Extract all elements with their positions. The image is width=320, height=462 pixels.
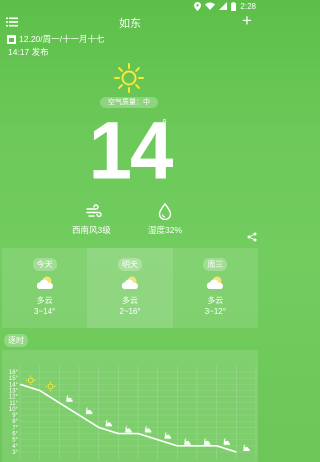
current-temperature: 14	[88, 103, 174, 197]
location-icon	[194, 1, 202, 11]
status-time: 2:28	[240, 1, 256, 11]
forecast-day-wednesday[interactable]: 周三 多云 3~12°	[172, 248, 258, 328]
y-tick-label: 9°	[12, 413, 18, 419]
y-tick-label: 10°	[9, 407, 19, 413]
signal-icon	[219, 2, 228, 10]
publish-date: 12.20/周一/十一月十七	[7, 33, 105, 45]
y-tick-label: 7°	[12, 425, 18, 431]
moon-cloud-icon	[144, 425, 152, 433]
moon-cloud-icon	[125, 425, 132, 433]
temp-range: 3~14°	[34, 307, 56, 316]
city-title: 如东	[119, 18, 141, 30]
battery-icon	[231, 1, 237, 11]
moon-cloud-icon	[184, 437, 191, 445]
sun-icon	[45, 381, 56, 392]
hourly-label: 逐时	[4, 334, 28, 347]
cloud-icon	[36, 276, 53, 289]
humidity-text: 湿度32%	[148, 225, 183, 235]
condition-text: 多云	[121, 296, 138, 305]
forecast-day-today[interactable]: 今天 多云 3~14°	[2, 248, 88, 328]
cloud-icon	[207, 276, 224, 289]
moon-cloud-icon	[203, 437, 211, 445]
share-icon[interactable]	[247, 232, 257, 242]
y-tick-label: 3°	[12, 450, 18, 456]
y-tick-label: 11°	[9, 401, 18, 407]
sun-icon	[25, 375, 36, 386]
moon-cloud-icon	[223, 437, 231, 445]
humidity-icon	[158, 203, 172, 220]
y-tick-label: 12°	[9, 395, 19, 401]
calendar-icon	[7, 34, 16, 44]
condition-text: 多云	[36, 296, 53, 305]
hourly-chart[interactable]: 16°15°14°13°12°11°10°9°8°7°6°5°4°3°	[2, 350, 258, 462]
daily-forecast: 今天 多云 3~14° 明天 多云 2~16° 周三 多云 3~12°	[2, 248, 258, 328]
moon-cloud-icon	[243, 444, 250, 451]
add-city-button[interactable]: +	[240, 12, 254, 29]
forecast-day-tomorrow[interactable]: 明天 多云 2~16°	[87, 248, 173, 328]
y-tick-label: 14°	[9, 382, 19, 388]
degree-symbol: °	[162, 116, 167, 130]
wind-icon	[86, 204, 102, 218]
cloud-icon	[121, 276, 138, 289]
moon-cloud-icon	[105, 419, 113, 427]
status-bar: 2:28	[0, 0, 260, 12]
moon-cloud-icon	[85, 407, 93, 415]
day-label: 明天	[117, 258, 142, 271]
moon-cloud-icon	[164, 431, 172, 439]
y-tick-label: 4°	[12, 444, 18, 450]
day-label: 周三	[203, 258, 228, 271]
wind-text: 西南风3级	[72, 225, 111, 235]
y-tick-label: 6°	[12, 432, 18, 438]
wifi-icon	[205, 2, 216, 10]
moon-cloud-icon	[66, 394, 73, 402]
temperature-series-line	[19, 383, 237, 453]
day-label: 今天	[32, 258, 57, 271]
temp-range: 2~16°	[119, 307, 141, 316]
y-tick-label: 5°	[12, 438, 18, 444]
publish-time: 14:17 发布	[8, 47, 49, 57]
condition-text: 多云	[207, 296, 224, 305]
y-tick-label: 13°	[9, 388, 19, 394]
y-tick-label: 15°	[9, 376, 19, 382]
publish-date-text: 12.20/周一/十一月十七	[19, 34, 105, 44]
y-tick-label: 16°	[9, 370, 19, 376]
y-tick-label: 8°	[12, 419, 18, 425]
sun-icon	[114, 63, 144, 93]
temp-range: 3~12°	[204, 307, 226, 316]
